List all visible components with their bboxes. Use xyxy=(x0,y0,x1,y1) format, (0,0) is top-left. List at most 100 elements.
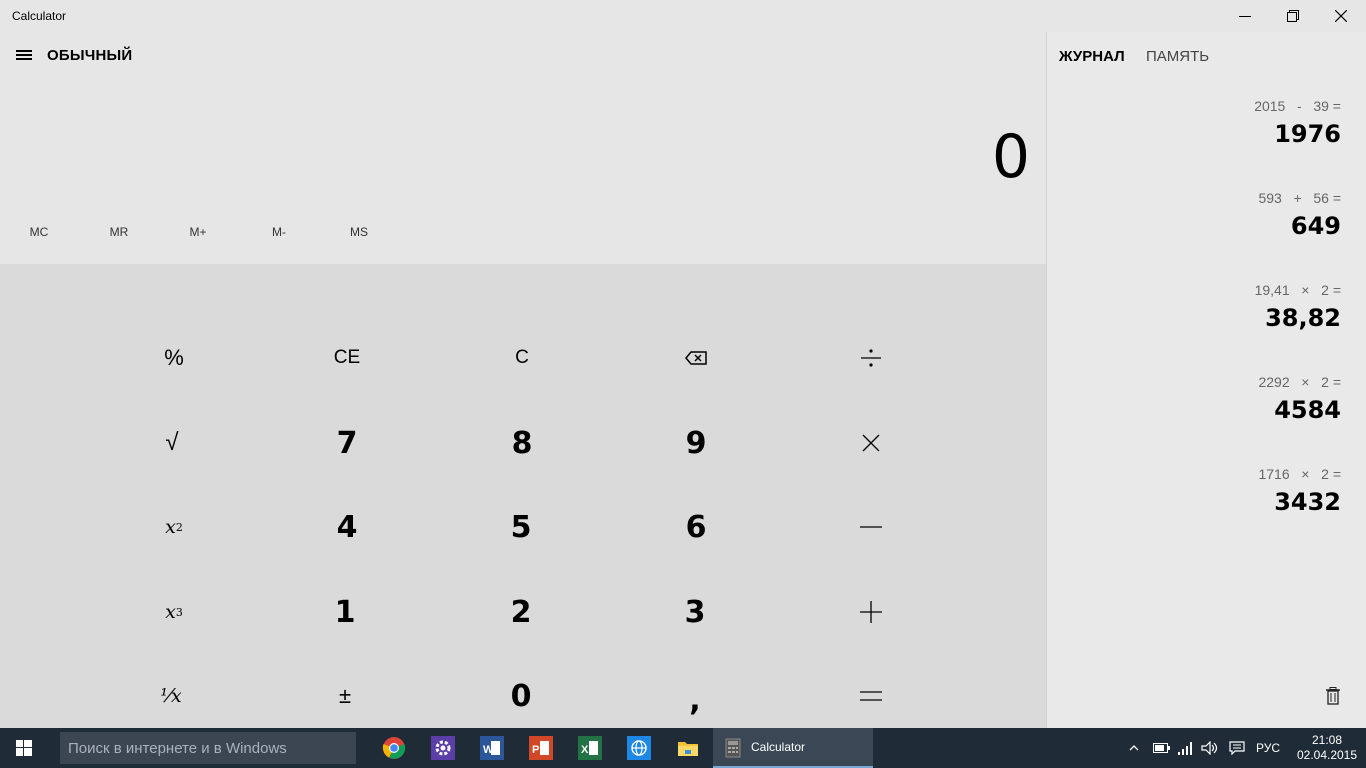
multiply-button[interactable] xyxy=(811,413,931,473)
memory-store-button[interactable]: MS xyxy=(329,220,389,244)
digit-7-button[interactable]: 7 xyxy=(287,413,407,473)
clock-date: 02.04.2015 xyxy=(1296,748,1358,762)
browser-globe-icon[interactable] xyxy=(627,736,651,760)
file-explorer-icon[interactable] xyxy=(676,736,700,760)
history-item[interactable]: 19,41 × 2 = 38,82 xyxy=(1255,282,1341,332)
hamburger-menu-icon[interactable] xyxy=(14,48,34,64)
restore-button[interactable] xyxy=(1270,0,1316,32)
clock-time: 21:08 xyxy=(1311,733,1343,747)
battery-tray-button[interactable] xyxy=(1153,728,1171,768)
svg-text:P: P xyxy=(532,744,539,756)
calculator-icon xyxy=(725,738,741,758)
network-tray-button[interactable] xyxy=(1178,728,1194,768)
chrome-icon[interactable] xyxy=(382,736,406,760)
powerpoint-icon[interactable]: P xyxy=(529,736,553,760)
digit-2-button[interactable]: 2 xyxy=(461,582,581,642)
history-expression: 593 + 56 = xyxy=(1258,190,1341,206)
window-title: Calculator xyxy=(12,9,67,23)
language-indicator[interactable]: РУС xyxy=(1256,728,1280,768)
history-result: 3432 xyxy=(1274,488,1341,516)
memory-subtract-button[interactable]: M- xyxy=(249,220,309,244)
decimal-button[interactable]: , xyxy=(635,670,755,730)
volume-tray-button[interactable] xyxy=(1201,728,1219,768)
close-icon xyxy=(1335,10,1347,22)
minus-icon xyxy=(860,526,882,528)
start-button[interactable] xyxy=(0,728,48,768)
word-icon[interactable]: W xyxy=(480,736,504,760)
taskbar-calculator-button[interactable]: Calculator xyxy=(713,728,873,768)
title-bar: Calculator xyxy=(0,0,1366,32)
history-expression: 19,41 × 2 = xyxy=(1254,282,1341,298)
backspace-button[interactable] xyxy=(636,328,756,388)
result-display: 0 xyxy=(991,122,1030,192)
minimize-icon xyxy=(1239,16,1251,17)
history-result: 649 xyxy=(1290,212,1341,240)
square-base: x xyxy=(165,516,176,538)
mode-title: ОБЫЧНЫЙ xyxy=(47,47,133,64)
svg-text:W: W xyxy=(483,744,494,756)
trash-icon xyxy=(1326,687,1340,705)
digit-0-button[interactable]: 0 xyxy=(461,666,581,726)
show-hidden-icons-button[interactable] xyxy=(1128,728,1140,768)
notifications-icon xyxy=(1229,741,1245,755)
action-center-button[interactable] xyxy=(1229,728,1245,768)
digit-1-button[interactable]: 1 xyxy=(285,582,405,642)
keypad: % CE C √ 7 8 9 x2 4 5 6 x3 1 2 3 ¹⁄x ± 0… xyxy=(0,264,1046,728)
calculator-main: ОБЫЧНЫЙ 0 MC MR M+ M- MS % CE C √ 7 8 9 … xyxy=(0,32,1046,728)
history-item[interactable]: 2015 - 39 = 1976 xyxy=(1254,98,1341,148)
percent-button[interactable]: % xyxy=(114,328,234,388)
chevron-up-icon xyxy=(1129,745,1139,751)
battery-icon xyxy=(1153,743,1170,753)
digit-6-button[interactable]: 6 xyxy=(636,497,756,557)
cube-button[interactable]: x3 xyxy=(114,582,234,642)
history-result: 4584 xyxy=(1274,396,1341,424)
cube-exponent: 3 xyxy=(175,605,183,619)
history-item[interactable]: 2292 × 2 = 4584 xyxy=(1258,374,1341,424)
header: ОБЫЧНЫЙ xyxy=(0,32,1046,80)
equals-button[interactable] xyxy=(811,666,931,726)
square-button[interactable]: x2 xyxy=(114,497,234,557)
subtract-button[interactable] xyxy=(811,497,931,557)
digit-5-button[interactable]: 5 xyxy=(461,497,581,557)
excel-icon[interactable]: X xyxy=(578,736,602,760)
cube-base: x xyxy=(165,601,176,623)
digit-9-button[interactable]: 9 xyxy=(636,413,756,473)
taskbar-calculator-label: Calculator xyxy=(751,740,806,754)
clear-entry-button[interactable]: CE xyxy=(287,328,407,388)
close-button[interactable] xyxy=(1318,0,1364,32)
history-item[interactable]: 1716 × 2 = 3432 xyxy=(1258,466,1341,516)
digit-3-button[interactable]: 3 xyxy=(635,582,755,642)
history-expression: 2292 × 2 = xyxy=(1258,374,1341,390)
plus-icon xyxy=(860,601,882,623)
digit-4-button[interactable]: 4 xyxy=(287,497,407,557)
history-expression: 1716 × 2 = xyxy=(1258,466,1341,482)
minimize-button[interactable] xyxy=(1222,0,1268,32)
taskbar: Поиск в интернете и в Windows W P X Calc… xyxy=(0,728,1366,768)
square-root-button[interactable]: √ xyxy=(112,413,232,473)
add-button[interactable] xyxy=(811,582,931,642)
settings-app-icon[interactable] xyxy=(431,736,455,760)
history-result: 38,82 xyxy=(1265,304,1341,332)
taskbar-search-box[interactable]: Поиск в интернете и в Windows xyxy=(60,732,356,764)
svg-text:X: X xyxy=(581,744,589,756)
negate-button[interactable]: ± xyxy=(285,666,405,726)
tab-memory[interactable]: ПАМЯТЬ xyxy=(1146,48,1209,65)
memory-add-button[interactable]: M+ xyxy=(168,220,228,244)
digit-8-button[interactable]: 8 xyxy=(462,413,582,473)
history-item[interactable]: 593 + 56 = 649 xyxy=(1258,190,1341,240)
memory-recall-button[interactable]: MR xyxy=(89,220,149,244)
reciprocal-button[interactable]: ¹⁄x xyxy=(111,666,231,726)
divide-button[interactable] xyxy=(811,328,931,388)
tab-history[interactable]: ЖУРНАЛ xyxy=(1059,48,1125,65)
taskbar-clock[interactable]: 21:08 02.04.2015 xyxy=(1292,733,1362,763)
clear-history-button[interactable] xyxy=(1325,687,1345,709)
clear-button[interactable]: C xyxy=(462,328,582,388)
signal-bars-icon xyxy=(1178,742,1192,755)
square-exponent: 2 xyxy=(175,520,183,534)
history-result: 1976 xyxy=(1274,120,1341,148)
speaker-icon xyxy=(1201,741,1218,755)
memory-row: MC MR M+ M- MS xyxy=(0,220,400,244)
multiply-icon xyxy=(862,434,880,452)
history-expression: 2015 - 39 = xyxy=(1254,98,1341,114)
memory-clear-button[interactable]: MC xyxy=(9,220,69,244)
